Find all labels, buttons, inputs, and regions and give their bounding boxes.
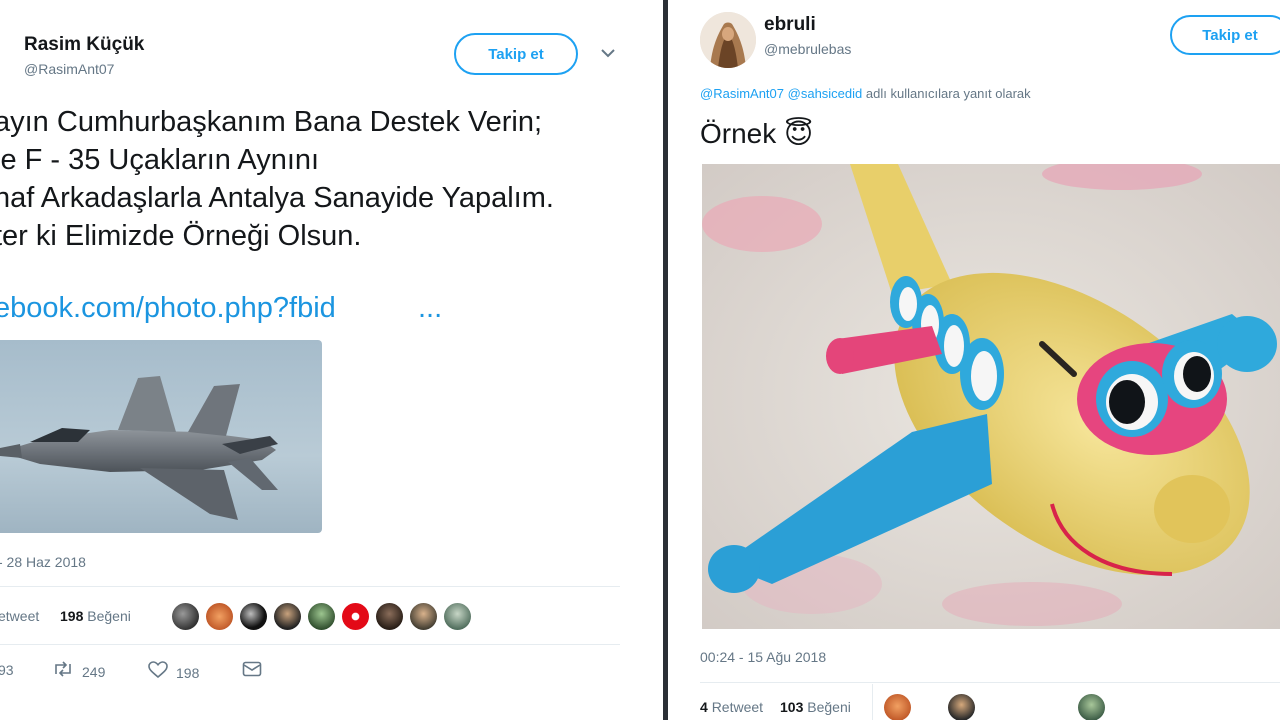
follow-button[interactable]: Takip et xyxy=(454,33,578,75)
liker-avatar[interactable] xyxy=(948,694,975,720)
liker-avatar[interactable] xyxy=(884,694,911,720)
crochet-airplane-image xyxy=(702,164,1280,629)
tweet-timestamp[interactable]: - 28 Haz 2018 xyxy=(0,554,86,570)
likes-stat[interactable]: 198 Beğeni xyxy=(60,608,131,624)
envelope-icon xyxy=(242,661,262,682)
liker-avatar[interactable] xyxy=(1078,694,1105,720)
retweet-stat[interactable]: etweet xyxy=(0,608,39,624)
message-action[interactable] xyxy=(242,661,262,682)
liker-avatar[interactable] xyxy=(308,603,335,630)
display-name[interactable]: ebruli xyxy=(764,14,816,36)
retweet-label: Retweet xyxy=(711,699,764,715)
tweet-text: Örnek 😇 xyxy=(700,115,813,153)
retweet-icon xyxy=(52,661,74,682)
liker-avatar[interactable] xyxy=(376,603,403,630)
right-tweet-panel: ebruli @mebrulebas Takip et @RasimAnt07 … xyxy=(668,0,1280,720)
liker-avatar[interactable] xyxy=(342,603,369,630)
display-name[interactable]: Rasim Küçük xyxy=(24,34,144,56)
retweet-count: 4 xyxy=(700,699,708,715)
likes-stat[interactable]: 103 Beğeni xyxy=(780,699,851,715)
heart-icon xyxy=(148,661,168,684)
follow-button[interactable]: Takip et xyxy=(1170,15,1280,55)
liker-avatar[interactable] xyxy=(444,603,471,630)
like-action[interactable]: 198 xyxy=(148,661,199,684)
jet-photo[interactable] xyxy=(0,340,322,533)
liker-avatar[interactable] xyxy=(410,603,437,630)
tweet-timestamp[interactable]: 00:24 - 15 Ağu 2018 xyxy=(700,649,826,665)
liker-avatar[interactable] xyxy=(172,603,199,630)
f35-jet-image xyxy=(0,340,322,533)
crochet-plane-photo[interactable] xyxy=(702,164,1280,629)
likes-label: Beğeni xyxy=(87,608,131,624)
left-tweet-panel: Rasim Küçük @RasimAnt07 Takip et ayın Cu… xyxy=(0,0,663,720)
mention-link[interactable]: @sahsicedid xyxy=(788,86,863,101)
user-handle[interactable]: @RasimAnt07 xyxy=(24,61,114,77)
tweet-link[interactable]: ebook.com/photo.php?fbid xyxy=(0,292,336,325)
likes-count: 103 xyxy=(780,699,804,715)
user-avatar[interactable] xyxy=(700,12,756,68)
tweet-text-line: ayın Cumhurbaşkanım Bana Destek Verin; xyxy=(0,106,543,138)
reply-suffix: adlı kullanıcılara yanıt olarak xyxy=(865,86,1031,101)
liker-avatar[interactable] xyxy=(206,603,233,630)
stat-separator xyxy=(872,684,873,720)
liker-avatar[interactable] xyxy=(274,603,301,630)
avatar-image xyxy=(700,12,756,68)
likes-label: Beğeni xyxy=(807,699,851,715)
reply-action[interactable]: 93 xyxy=(0,662,14,678)
divider xyxy=(0,644,620,645)
tweet-text-line: naf Arkadaşlarla Antalya Sanayide Yapalı… xyxy=(0,182,554,214)
user-handle[interactable]: @mebrulebas xyxy=(764,41,851,57)
tweet-text-content: Örnek xyxy=(700,118,777,149)
angel-emoji: 😇 xyxy=(784,117,814,150)
chevron-down-icon[interactable] xyxy=(600,45,616,63)
tweet-text-line: le F - 35 Uçakların Aynını xyxy=(0,144,320,176)
divider xyxy=(0,586,620,587)
reply-context: @RasimAnt07 @sahsicedid adlı kullanıcıla… xyxy=(700,86,1031,101)
liker-avatar[interactable] xyxy=(240,603,267,630)
divider xyxy=(700,682,1280,683)
reply-count: 93 xyxy=(0,662,14,678)
tweet-link-ellipsis[interactable]: ... xyxy=(418,292,442,325)
tweet-text-line: ter ki Elimizde Örneği Olsun. xyxy=(0,220,362,252)
retweet-label: etweet xyxy=(0,608,40,624)
mention-link[interactable]: @RasimAnt07 xyxy=(700,86,784,101)
like-count: 198 xyxy=(176,664,200,681)
retweet-count: 249 xyxy=(82,663,106,680)
retweet-stat[interactable]: 4 Retweet xyxy=(700,699,763,715)
likes-count: 198 xyxy=(60,608,84,624)
retweet-action[interactable]: 249 xyxy=(52,661,105,682)
